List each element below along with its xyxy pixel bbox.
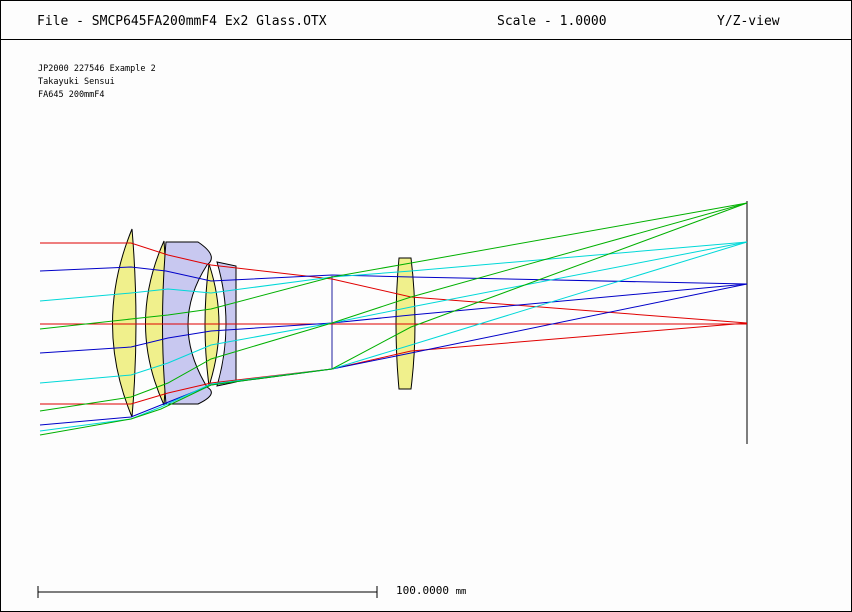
scale-bar-unit: mm bbox=[455, 587, 467, 597]
lens-element-3 bbox=[162, 241, 212, 405]
ray-bundle-field-1 bbox=[39, 266, 748, 426]
lens-elements bbox=[112, 201, 748, 444]
lens-element-1 bbox=[112, 228, 137, 418]
scale-bar-label: 100.0000 mm bbox=[396, 584, 466, 597]
scale-bar-value: 100.0000 bbox=[396, 584, 449, 597]
ray bbox=[39, 266, 748, 285]
lens-element-4 bbox=[204, 263, 220, 387]
ray-bundle-axial bbox=[40, 242, 748, 405]
optical-layout-diagram bbox=[37, 201, 748, 598]
scale-bar bbox=[37, 586, 378, 598]
lens-layout-window: File - SMCP645FA200mmF4 Ex2 Glass.OTX Sc… bbox=[0, 0, 852, 612]
ray bbox=[39, 241, 748, 302]
